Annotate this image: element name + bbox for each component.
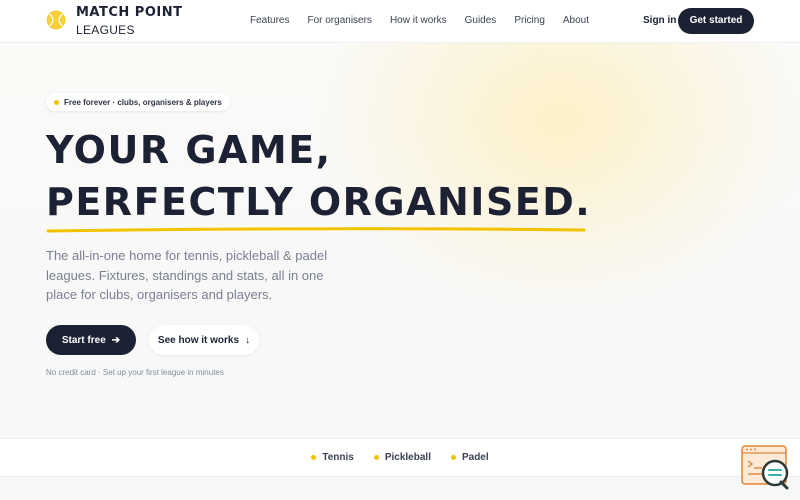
sports-band: Tennis Pickleball Padel (0, 438, 800, 477)
headline-line-1: YOUR GAME, (46, 128, 332, 172)
sport-dot-icon (450, 455, 456, 460)
get-started-button[interactable]: Get started (678, 8, 754, 34)
badge-dot-icon (54, 99, 59, 105)
free-badge: Free forever · clubs, organisers & playe… (46, 93, 230, 111)
headline-underline (46, 227, 586, 233)
headline-line-2: PERFECTLY ORGANISED. (46, 180, 592, 224)
start-free-label: Start free (61, 334, 106, 346)
sport-dot-icon (373, 455, 379, 460)
sign-in-link[interactable]: Sign in (643, 15, 676, 26)
landing-page: MATCH POINT LEAGUES Features For organis… (0, 0, 800, 500)
badge-text: Free forever · clubs, organisers & playe… (64, 97, 222, 107)
tennis-ball-icon (46, 10, 66, 30)
main-nav: Features For organisers How it works Gui… (250, 15, 607, 26)
nav-guides[interactable]: Guides (465, 15, 497, 26)
hero-lead: The all-in-one home for tennis, pickleba… (46, 248, 328, 302)
sport-tennis[interactable]: Tennis (311, 452, 354, 463)
sport-padel[interactable]: Padel (450, 452, 489, 463)
start-free-button[interactable]: Start free ➔ (46, 325, 136, 355)
signup-note: No credit card · Set up your first leagu… (46, 368, 224, 377)
sport-label: Tennis (322, 452, 354, 463)
brand-logo[interactable]: MATCH POINT LEAGUES (46, 6, 182, 36)
nav-how-it-works[interactable]: How it works (390, 15, 447, 26)
sport-label: Pickleball (384, 452, 431, 463)
hero-headline: YOUR GAME, PERFECTLY ORGANISED. (46, 124, 666, 228)
arrow-right-icon: ➔ (111, 334, 121, 346)
sport-label: Padel (461, 452, 489, 463)
nav-about[interactable]: About (563, 15, 589, 26)
nav-features[interactable]: Features (250, 15, 289, 26)
site-header: MATCH POINT LEAGUES Features For organis… (0, 0, 800, 43)
arrow-down-icon: ↓ (245, 334, 251, 346)
nav-pricing[interactable]: Pricing (514, 15, 545, 26)
see-how-it-works-button[interactable]: See how it works ↓ (149, 325, 259, 355)
see-how-it-works-label: See how it works (157, 334, 240, 346)
sport-pickleball[interactable]: Pickleball (373, 452, 431, 463)
sport-dot-icon (311, 455, 317, 460)
brand-name-top: MATCH POINT (76, 5, 183, 20)
nav-for-organisers[interactable]: For organisers (307, 15, 371, 26)
chat-support-icon[interactable] (740, 444, 792, 490)
brand-name-bottom: LEAGUES (76, 23, 135, 37)
